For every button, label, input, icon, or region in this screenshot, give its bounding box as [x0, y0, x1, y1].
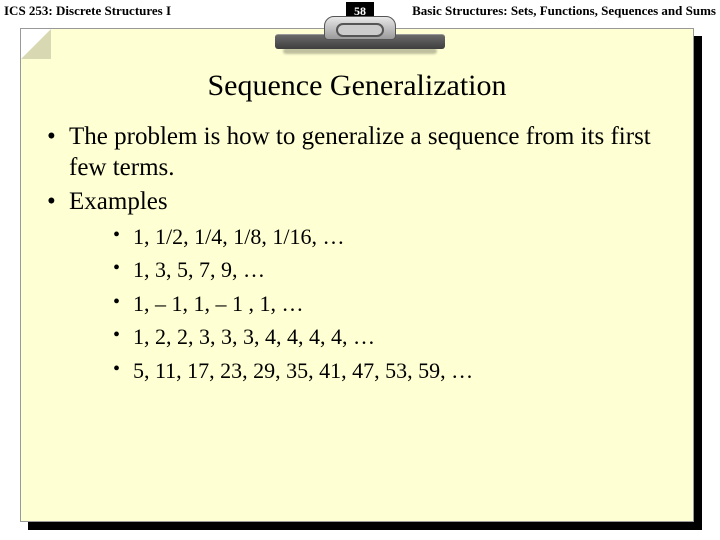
main-bullet-list: The problem is how to generalize a seque… [41, 121, 673, 384]
folded-corner-shade [21, 29, 51, 59]
bullet-text: The problem is how to generalize a seque… [69, 123, 651, 181]
list-item: 5, 11, 17, 23, 29, 35, 41, 47, 53, 59, … [109, 357, 673, 385]
list-item: 1, 1/2, 1/4, 1/8, 1/16, … [109, 223, 673, 251]
clipboard-clip-icon [275, 10, 445, 58]
example-text: 1, 1/2, 1/4, 1/8, 1/16, … [133, 224, 344, 249]
bullet-text: Examples [69, 188, 168, 215]
list-item: 1, 3, 5, 7, 9, … [109, 256, 673, 284]
slide-title: Sequence Generalization [21, 69, 693, 103]
slide-body: The problem is how to generalize a seque… [41, 121, 673, 384]
bullet-item: The problem is how to generalize a seque… [41, 121, 673, 184]
slide-card: Sequence Generalization The problem is h… [20, 28, 694, 522]
example-text: 1, – 1, 1, – 1 , 1, … [133, 291, 304, 316]
topic-label: Basic Structures: Sets, Functions, Seque… [412, 3, 716, 19]
course-label: ICS 253: Discrete Structures I [4, 3, 171, 19]
example-text: 1, 2, 2, 3, 3, 3, 4, 4, 4, 4, … [133, 324, 375, 349]
example-text: 5, 11, 17, 23, 29, 35, 41, 47, 53, 59, … [133, 358, 473, 383]
example-list: 1, 1/2, 1/4, 1/8, 1/16, … 1, 3, 5, 7, 9,… [109, 223, 673, 385]
list-item: 1, – 1, 1, – 1 , 1, … [109, 290, 673, 318]
example-text: 1, 3, 5, 7, 9, … [133, 257, 265, 282]
list-item: 1, 2, 2, 3, 3, 3, 4, 4, 4, 4, … [109, 323, 673, 351]
bullet-item: Examples 1, 1/2, 1/4, 1/8, 1/16, … 1, 3,… [41, 186, 673, 385]
slide-page: ICS 253: Discrete Structures I 58 Basic … [0, 0, 720, 540]
